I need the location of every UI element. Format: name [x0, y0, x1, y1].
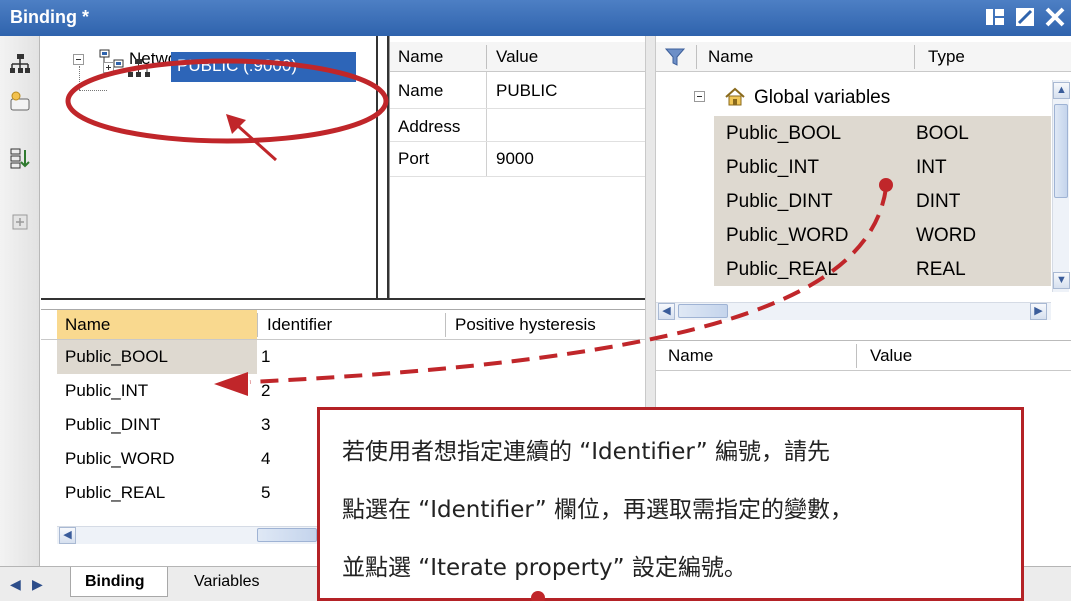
variable-type: BOOL — [916, 123, 969, 144]
binding-name: Public_REAL — [65, 483, 166, 502]
globals-vertical-scrollbar[interactable]: ▲ ▼ — [1052, 80, 1070, 292]
binding-identifier[interactable]: 2 — [261, 381, 270, 401]
instruction-callout: 若使用者想指定連續的 “Identifier” 編號，請先 點選在 “Ident… — [317, 407, 1024, 601]
property-row[interactable]: Name PUBLIC — [390, 74, 646, 108]
tree-node-public[interactable]: PUBLIC (:9000) — [171, 52, 356, 82]
port-node-icon — [128, 59, 150, 77]
network-icon[interactable] — [8, 52, 32, 76]
globals-header: Name Type — [656, 42, 1071, 72]
variable-row[interactable]: Public_INT INT — [656, 150, 1051, 184]
variable-name: Public_INT — [726, 157, 819, 178]
property-name: Address — [398, 117, 461, 136]
scroll-thumb[interactable] — [257, 528, 317, 542]
tab-prev-icon[interactable]: ◀ — [10, 576, 21, 593]
vertical-splitter[interactable] — [376, 36, 389, 300]
properties-header: Name Value — [390, 42, 646, 72]
variable-type: DINT — [916, 191, 961, 212]
expand-public-toggle[interactable] — [103, 62, 114, 73]
col-positive-hysteresis-header[interactable]: Positive hysteresis — [455, 315, 596, 335]
layout-icon[interactable] — [983, 5, 1007, 29]
col-name-header[interactable]: Name — [708, 47, 753, 67]
binding-row[interactable]: Public_INT 2 — [41, 374, 645, 408]
tab-next-icon[interactable]: ▶ — [32, 576, 43, 593]
variable-name: Public_WORD — [726, 225, 849, 246]
property-name: Name — [398, 81, 444, 100]
global-variables-panel: Name Type Global variables Public_BOOL B… — [656, 36, 1071, 336]
scroll-left-icon[interactable]: ◀ — [658, 303, 675, 320]
horizontal-splitter[interactable] — [41, 298, 645, 310]
collapse-network-toggle[interactable] — [73, 54, 84, 65]
binding-identifier[interactable]: 4 — [261, 449, 270, 469]
scroll-down-icon[interactable]: ▼ — [1053, 272, 1070, 289]
home-icon — [725, 87, 745, 106]
collapse-group-toggle[interactable] — [694, 91, 705, 102]
add-binding-icon[interactable] — [8, 90, 32, 114]
value-panel-header: Name Value — [656, 341, 1071, 371]
binding-name: Public_BOOL — [65, 347, 168, 366]
binding-name: Public_DINT — [65, 415, 161, 434]
tab-variables[interactable]: Variables — [168, 567, 280, 597]
variable-type: REAL — [916, 259, 966, 280]
tab-variables-label: Variables — [194, 573, 260, 590]
property-row[interactable]: Port 9000 — [390, 142, 646, 176]
window-title-bar: Binding * — [0, 0, 1071, 36]
close-icon[interactable] — [1043, 5, 1067, 29]
maximize-icon[interactable] — [1013, 5, 1037, 29]
variable-type: INT — [916, 157, 947, 178]
callout-line-3: 並點選 “Iterate property” 設定編號。 — [342, 555, 747, 581]
callout-line-2: 點選在 “Identifier” 欄位，再選取需指定的變數， — [342, 497, 854, 523]
tab-binding[interactable]: Binding — [70, 567, 168, 597]
tree-node-public-label: PUBLIC (:9000) — [177, 56, 297, 75]
col-value-header[interactable]: Value — [870, 346, 912, 366]
property-name: Port — [398, 149, 430, 168]
col-type-header[interactable]: Type — [928, 47, 965, 67]
variable-row[interactable]: Public_DINT DINT — [656, 184, 1051, 218]
group-label: Global variables — [754, 87, 891, 108]
property-value[interactable]: PUBLIC — [496, 81, 557, 101]
col-value-header[interactable]: Value — [496, 47, 538, 67]
variable-row[interactable]: Public_BOOL BOOL — [656, 116, 1051, 150]
scroll-right-icon[interactable]: ▶ — [1030, 303, 1047, 320]
col-name-header[interactable]: Name — [668, 346, 713, 366]
binding-name: Public_WORD — [65, 449, 175, 468]
binding-identifier[interactable]: 1 — [261, 347, 270, 367]
scroll-thumb[interactable] — [678, 304, 728, 318]
binding-identifier[interactable]: 3 — [261, 415, 270, 435]
col-name-header[interactable]: Name — [65, 315, 110, 335]
binding-identifier[interactable]: 5 — [261, 483, 270, 503]
expand-icon[interactable] — [8, 210, 32, 234]
scroll-thumb[interactable] — [1054, 104, 1068, 198]
property-row[interactable]: Address — [390, 110, 646, 144]
window-title: Binding * — [10, 7, 89, 27]
col-identifier-header[interactable]: Identifier — [267, 315, 332, 335]
globals-horizontal-scrollbar[interactable]: ◀ ▶ — [656, 302, 1051, 320]
left-toolbar — [0, 36, 40, 566]
callout-line-1: 若使用者想指定連續的 “Identifier” 編號，請先 — [342, 439, 831, 465]
properties-grid: Name Value Name PUBLIC Address Port 9000 — [389, 36, 646, 298]
binding-row[interactable]: Public_BOOL 1 — [41, 340, 645, 374]
scroll-left-icon[interactable]: ◀ — [59, 527, 76, 544]
binding-name: Public_INT — [65, 381, 149, 400]
tab-binding-label: Binding — [85, 573, 145, 590]
variable-name: Public_BOOL — [726, 123, 842, 144]
group-row[interactable]: Global variables — [656, 80, 1051, 114]
variable-name: Public_REAL — [726, 259, 838, 280]
scroll-up-icon[interactable]: ▲ — [1053, 82, 1070, 99]
property-value[interactable]: 9000 — [496, 149, 534, 169]
network-tree: Network PUBLIC (:9000) — [41, 36, 376, 298]
binding-table-header: Name Identifier Positive hysteresis — [41, 310, 645, 340]
variable-row[interactable]: Public_REAL REAL — [656, 252, 1051, 286]
variable-row[interactable]: Public_WORD WORD — [656, 218, 1051, 252]
filter-icon[interactable] — [664, 46, 686, 68]
col-name-header[interactable]: Name — [398, 47, 443, 67]
variable-type: WORD — [916, 225, 977, 246]
sort-icon[interactable] — [8, 146, 32, 170]
variable-name: Public_DINT — [726, 191, 833, 212]
